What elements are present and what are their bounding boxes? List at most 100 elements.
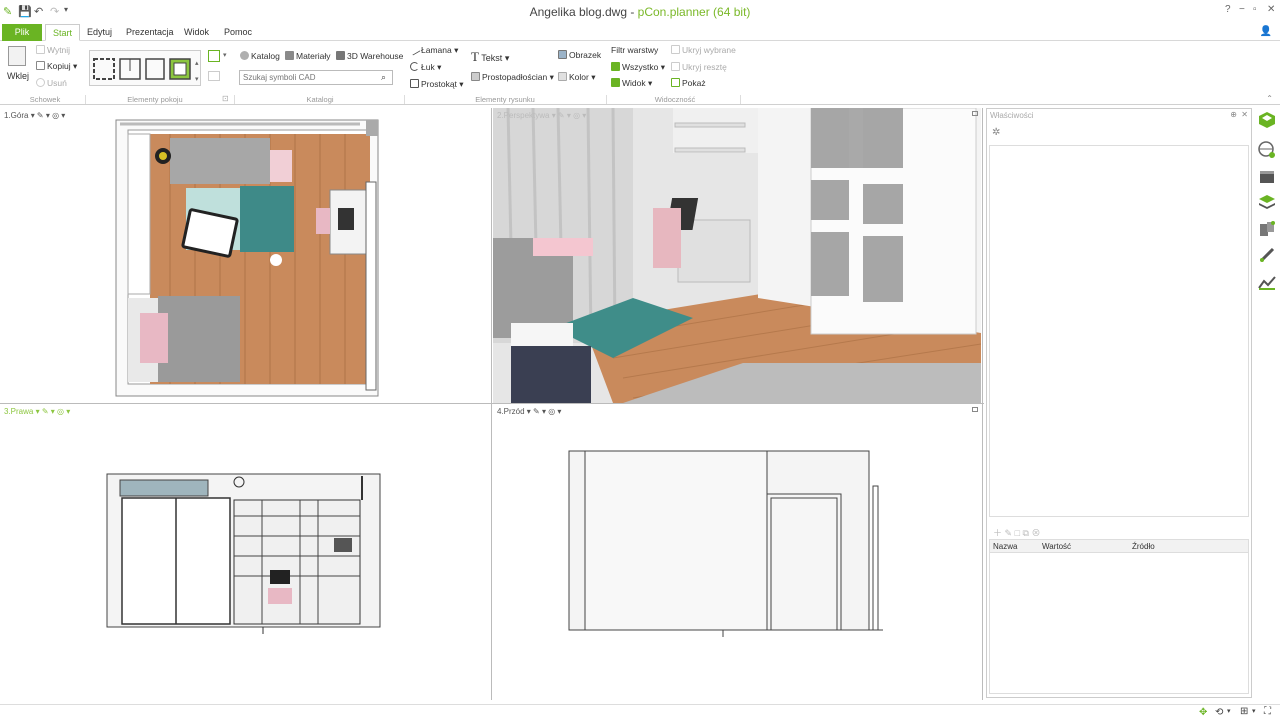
3d-view-icon[interactable] [1258,111,1276,129]
view-filter-button[interactable]: Widok ▾ [611,78,652,89]
viewport-front[interactable]: 4.Przód ▾ ✎ ▾ ◎ ▾ [493,404,981,700]
3d-warehouse-button[interactable]: 3D Warehouse [336,51,403,61]
viewport-front-label[interactable]: 4.Przód ▾ ✎ ▾ ◎ ▾ [497,407,561,416]
show-all-button[interactable]: Wszystko ▾ [611,62,665,73]
viewport-right-label[interactable]: 3.Prawa ▾ ✎ ▾ ◎ ▾ [4,407,70,416]
ribbon: Wklej Wytnij Kopiuj ▾ Usuń Schowek ▴ ▾ ▾ … [0,41,1280,105]
materials-button[interactable]: Materiały [285,51,330,61]
group-clipboard: Schowek [29,95,61,104]
polyline-button[interactable]: Łamana ▾ [408,43,458,56]
layers-icon[interactable] [1258,193,1276,211]
tab-view[interactable]: Widok [177,24,216,41]
materials-panel-icon[interactable] [1258,220,1276,238]
col-value[interactable]: Wartość [1042,542,1071,551]
viewport-top-label[interactable]: 1.Góra ▾ ✎ ▾ ◎ ▾ [4,111,65,120]
right-sidebar [1254,108,1280,698]
tab-edit[interactable]: Edytuj [80,24,119,41]
maximize-button[interactable]: ▫ [1253,4,1257,15]
menu-bar: Plik Start Edytuj Prezentacja Widok Pomo… [0,24,1280,41]
search-icon[interactable]: ⌕ [381,72,386,83]
new-doc-icon[interactable]: □ [1015,528,1020,538]
status-bar: ✥ ⟲ ▾ ⊞ ▾ ⛶ [0,704,1280,720]
help-button[interactable]: ? [1225,4,1231,15]
tab-help[interactable]: Pomoc [217,24,259,41]
cut-button[interactable]: Wytnij [36,45,70,55]
properties-toolbar: ＋ ✎ □ ⧉ ⊗ [993,526,1041,539]
room-elements-gallery[interactable]: ▴ ▾ [89,50,201,86]
warehouse-icon [336,51,345,60]
box-icon[interactable] [1258,168,1276,186]
pin-icon[interactable]: ⊕ [1230,110,1237,119]
collapse-ribbon-icon[interactable]: ⌃ [1266,94,1273,103]
show-button[interactable]: Pokaż [671,78,706,88]
hide-selected-button[interactable]: Ukryj wybrane [671,45,736,55]
text-button[interactable]: T Tekst ▾ [471,49,509,65]
arc-icon [410,62,419,71]
user-icon[interactable]: 👤 [1260,26,1272,37]
catalog-button[interactable]: Katalog [240,51,280,61]
pan-icon[interactable]: ✥ [1199,707,1207,718]
properties-close-icon[interactable]: ✕ [1241,110,1248,119]
right-elevation [106,473,381,634]
arc-button[interactable]: Łuk ▾ [410,62,441,73]
text-icon: T [471,49,479,64]
title-bar: ✎ 💾 ↶ ↷ ▾ Angelika blog.dwg - pCon.plann… [0,0,1280,24]
show-icon [671,78,680,87]
clipboard-icon[interactable] [8,46,26,66]
floor-plan-icon[interactable] [208,50,220,62]
cuboid-button[interactable]: Prostopadłościan ▾ [471,72,554,83]
copy-button[interactable]: Kopiuj ▾ [36,61,77,72]
viewport-front-maximize-icon[interactable] [972,407,978,412]
grid-icon [611,62,620,71]
properties-title: Właściwości [990,111,1034,120]
add-property-icon[interactable]: ＋ [993,528,1002,538]
app-name: pCon.planner (64 bit) [637,5,751,19]
tab-file[interactable]: Plik [2,24,42,41]
viewport-perspective-label[interactable]: 2.Perspektywa ▾ ✎ ▾ ◎ ▾ [497,111,586,120]
view-grid-icon [611,78,620,87]
paste-button[interactable]: Wklej [7,71,29,81]
copy-property-icon[interactable]: ⧉ [1023,528,1029,538]
layout-dropdown-icon[interactable]: ▾ [1252,707,1256,715]
rectangle-button[interactable]: Prostokąt ▾ [410,79,464,90]
col-name[interactable]: Nazwa [993,542,1017,551]
viewport-maximize-icon[interactable] [972,111,978,116]
globe-icon [240,51,249,60]
close-button[interactable]: ✕ [1267,4,1275,15]
col-source[interactable]: Źródło [1132,542,1155,551]
minimize-button[interactable]: − [1239,4,1245,15]
orbit-dropdown-icon[interactable]: ▾ [1227,707,1231,715]
viewport-top[interactable]: 1.Góra ▾ ✎ ▾ ◎ ▾ [0,108,490,403]
group-visibility: Widoczność [654,95,696,104]
layout-icon[interactable]: ⊞ [1240,706,1248,717]
edit-property-icon[interactable]: ✎ [1005,528,1013,538]
brush-icon[interactable] [1258,246,1276,264]
viewport-right[interactable]: 3.Prawa ▾ ✎ ▾ ◎ ▾ [0,404,490,700]
orbit-icon[interactable]: ⟲ [1215,707,1223,718]
window-title: Angelika blog.dwg - pCon.planner (64 bit… [0,5,1280,19]
group-catalogs: Katalogi [306,95,334,104]
cuboid-icon [471,72,480,81]
terrain-icon[interactable] [1258,273,1276,291]
hide-rest-icon [671,62,680,71]
hide-rest-button[interactable]: Ukryj resztę [671,62,727,72]
color-button[interactable]: Kolor ▾ [558,72,595,83]
color-swatch-icon [558,72,567,81]
group-expand-icon[interactable]: ⊡ [222,94,229,103]
select-tool-icon[interactable]: ✲ [992,127,1000,138]
delete-button[interactable]: Usuń [36,78,67,88]
viewport-perspective[interactable]: 2.Perspektywa ▾ ✎ ▾ ◎ ▾ [493,108,981,403]
room-elements-icons: ▴▾ [93,58,199,83]
svg-text:▾: ▾ [195,76,199,83]
tab-start[interactable]: Start [45,24,81,41]
tab-presentation[interactable]: Prezentacja [119,24,181,41]
wall-tool-icon[interactable] [208,71,220,81]
cad-search-input[interactable] [239,70,393,85]
remove-property-icon[interactable]: ⊗ [1032,528,1041,538]
properties-panel: Właściwości ⊕ ✕ ✲ ＋ ✎ □ ⧉ ⊗ Nazwa Wartoś… [986,108,1252,698]
properties-table: Nazwa Wartość Źródło [989,539,1249,694]
globe-search-icon[interactable] [1258,141,1276,159]
image-button[interactable]: Obrazek [558,50,601,60]
copy-icon [36,61,45,70]
fullscreen-icon[interactable]: ⛶ [1264,706,1271,717]
